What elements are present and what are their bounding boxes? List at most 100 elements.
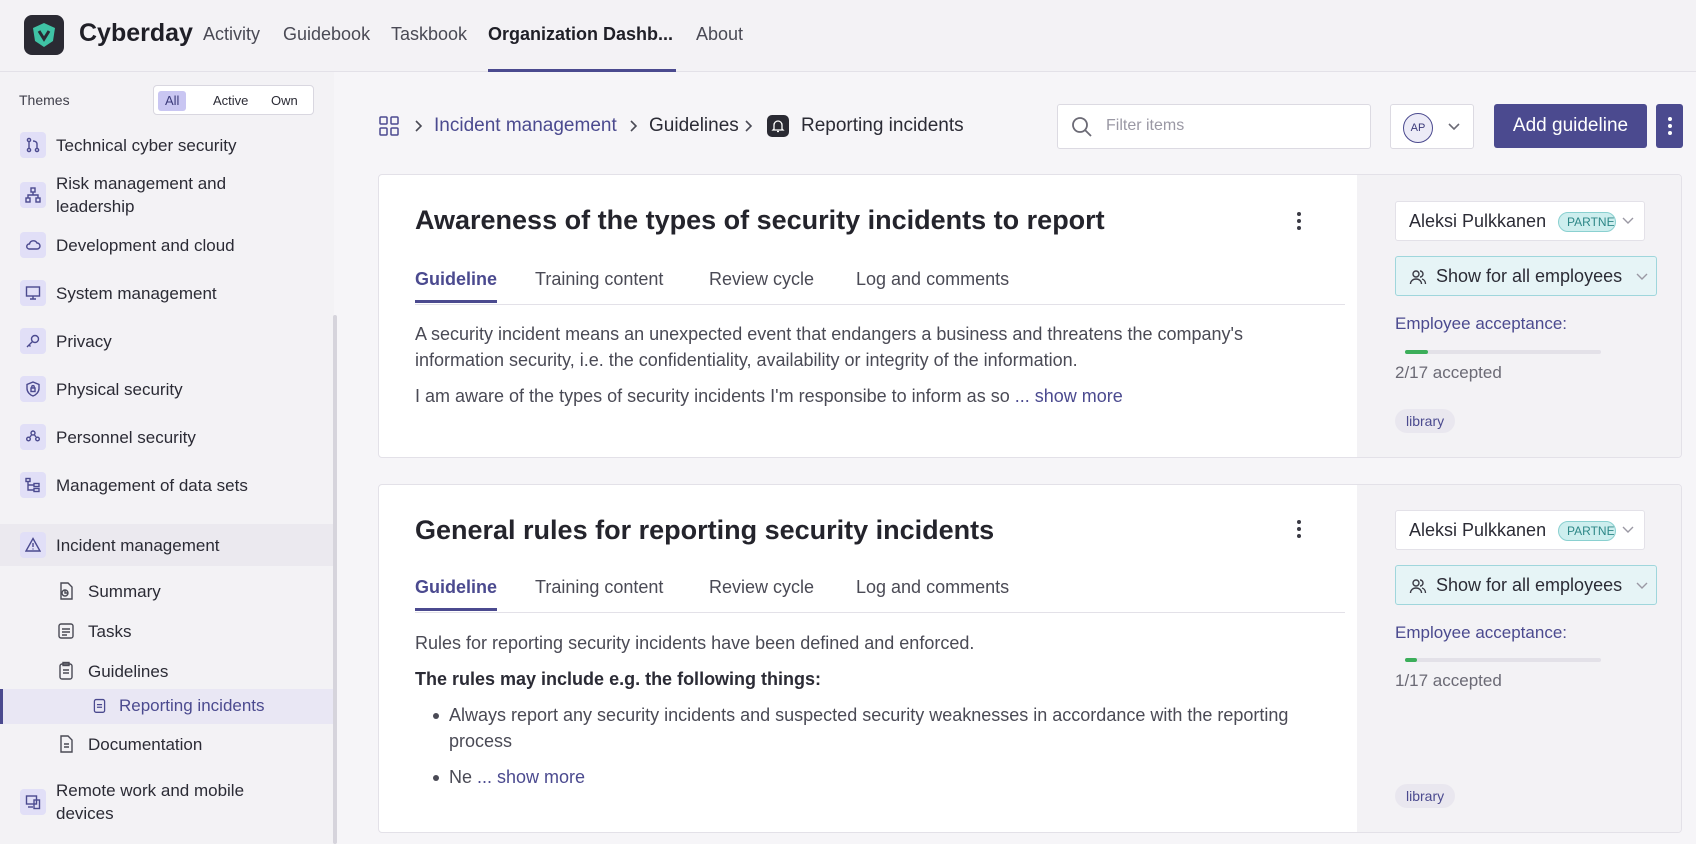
breadcrumb-incident-management[interactable]: Incident management <box>434 115 617 137</box>
tab-training-content[interactable]: Training content <box>535 269 663 300</box>
sidebar-subitem-documentation[interactable]: Documentation <box>56 733 316 761</box>
nav-activity[interactable]: Activity <box>203 24 260 45</box>
sidebar-item-privacy[interactable]: Privacy <box>0 319 334 363</box>
sidebar-subitem-label: Summary <box>88 582 161 601</box>
owner-select[interactable]: Aleksi Pulkkanen PARTNER <box>1395 201 1645 241</box>
tab-guideline[interactable]: Guideline <box>415 269 498 303</box>
app-name[interactable]: Cyberday <box>79 19 193 48</box>
sidebar-item-label: Incident management <box>56 535 220 555</box>
tab-training-content[interactable]: Training content <box>535 577 663 608</box>
filter-all[interactable]: All <box>158 91 187 111</box>
sidebar-item-label: Technical cyber security <box>56 135 237 155</box>
sidebar-item-management-of-data-sets[interactable]: Management of data sets <box>0 463 334 507</box>
guideline-tabs: Guideline Training content Review cycle … <box>415 269 1345 305</box>
sidebar-subitem-label: Guidelines <box>88 662 169 681</box>
owner-select[interactable]: Aleksi Pulkkanen PARTNER <box>1395 510 1645 550</box>
document-chart-icon <box>56 581 76 601</box>
sidebar-item-personnel-security[interactable]: Personnel security <box>0 415 334 459</box>
sidebar-subitem-guidelines[interactable]: Guidelines <box>56 660 316 688</box>
avatar: AP <box>1403 113 1433 143</box>
nav-about[interactable]: About <box>696 24 743 45</box>
sidebar-item-label: Risk management and leadership <box>56 174 227 216</box>
employee-acceptance-label: Employee acceptance: <box>1395 314 1567 333</box>
tab-review-cycle[interactable]: Review cycle <box>709 269 814 300</box>
sidebar-item-label: System management <box>56 283 217 303</box>
tab-review-cycle[interactable]: Review cycle <box>709 577 814 608</box>
kebab-icon[interactable] <box>1297 519 1301 539</box>
more-options-button[interactable] <box>1656 104 1683 148</box>
breadcrumb-guidelines[interactable]: Guidelines <box>649 115 739 137</box>
cyberday-logo-icon[interactable] <box>24 15 64 55</box>
sidebar-subitem-label: Documentation <box>88 735 203 754</box>
list-item: Ne ... show more <box>433 764 1299 790</box>
chevron-down-icon <box>1622 217 1634 225</box>
guideline-description: A security incident means an unexpected … <box>415 324 1243 370</box>
document-icon <box>56 734 76 754</box>
sidebar-scrollbar[interactable] <box>333 315 337 844</box>
library-tag[interactable]: library <box>1395 409 1456 433</box>
list-item: Always report any security incidents and… <box>433 702 1299 754</box>
sidebar-item-label: Remote work and mobile devices <box>56 781 245 823</box>
filter-own[interactable]: Own <box>264 91 305 111</box>
guideline-title[interactable]: General rules for reporting security inc… <box>415 515 994 546</box>
tab-guideline[interactable]: Guideline <box>415 577 498 611</box>
guideline-title[interactable]: Awareness of the types of security incid… <box>415 205 1105 236</box>
visibility-select[interactable]: Show for all employees <box>1395 256 1657 296</box>
git-branch-icon <box>20 132 46 158</box>
sidebar-item-technical-cyber-security[interactable]: Technical cyber security <box>0 123 334 167</box>
guideline-card: General rules for reporting security inc… <box>378 484 1682 833</box>
sidebar-item-incident-management[interactable]: Incident management <box>0 524 334 566</box>
sidebar-item-remote-work[interactable]: Remote work and mobile devices <box>0 772 334 832</box>
chevron-right-icon <box>413 119 423 133</box>
sidebar-subitem-reporting-incidents[interactable]: Reporting incidents <box>0 689 334 724</box>
acceptance-progress-fill <box>1405 350 1429 354</box>
sidebar-subitem-label: Tasks <box>88 622 132 641</box>
sidebar-subitem-tasks[interactable]: Tasks <box>56 620 316 648</box>
clipboard-icon <box>91 697 108 714</box>
guideline-card: Awareness of the types of security incid… <box>378 174 1682 458</box>
guideline-text-excerpt: I am aware of the types of security inci… <box>415 386 1010 406</box>
bullet-text: Always report any security incidents and… <box>449 705 1289 751</box>
grid-icon[interactable] <box>379 116 399 136</box>
shield-lock-icon <box>20 376 46 402</box>
org-chart-icon <box>20 182 46 208</box>
kebab-icon[interactable] <box>1297 211 1301 231</box>
chevron-right-icon <box>628 119 638 133</box>
sidebar-item-risk-management[interactable]: Risk management and leadership <box>0 167 334 223</box>
chevron-down-icon <box>1622 526 1634 534</box>
warning-icon <box>20 532 46 558</box>
nav-taskbook[interactable]: Taskbook <box>391 24 467 45</box>
user-selector[interactable]: AP <box>1390 104 1474 149</box>
nav-organization-dashboard[interactable]: Organization Dashb... <box>488 24 673 45</box>
active-nav-indicator <box>488 69 676 72</box>
users-icon <box>1409 577 1427 595</box>
guideline-text: I am aware of the types of security inci… <box>415 383 1315 409</box>
sidebar-item-physical-security[interactable]: Physical security <box>0 367 334 411</box>
sidebar-item-development-and-cloud[interactable]: Development and cloud <box>0 223 334 267</box>
tab-log-and-comments[interactable]: Log and comments <box>856 269 1009 300</box>
filter-items-input[interactable] <box>1106 117 1356 135</box>
sidebar-subitem-summary[interactable]: Summary <box>56 580 316 608</box>
add-guideline-button[interactable]: Add guideline <box>1494 104 1647 148</box>
tab-log-and-comments[interactable]: Log and comments <box>856 577 1009 608</box>
bullet-text: Ne <box>449 767 473 787</box>
library-tag[interactable]: library <box>1395 784 1456 808</box>
sidebar: Themes All Active Own Technical cyber se… <box>0 72 334 844</box>
sidebar-item-label: Management of data sets <box>56 475 248 495</box>
acceptance-count: 2/17 accepted <box>1395 363 1502 382</box>
owner-name: Aleksi Pulkkanen <box>1409 211 1547 231</box>
data-tree-icon <box>20 472 46 498</box>
acceptance-progress-bar <box>1405 350 1601 354</box>
top-bar: Cyberday Activity Guidebook Taskbook Org… <box>0 0 1696 72</box>
visibility-select[interactable]: Show for all employees <box>1395 565 1657 605</box>
sidebar-item-system-management[interactable]: System management <box>0 271 334 315</box>
chevron-down-icon <box>1636 273 1648 281</box>
show-more-link[interactable]: ... show more <box>1015 386 1123 406</box>
sidebar-item-label: Physical security <box>56 379 183 399</box>
users-icon <box>1409 268 1427 286</box>
nav-guidebook[interactable]: Guidebook <box>283 24 370 45</box>
filter-active[interactable]: Active <box>206 91 255 111</box>
guideline-subheading: The rules may include e.g. the following… <box>415 666 1315 692</box>
bell-icon <box>767 115 789 137</box>
show-more-link[interactable]: ... show more <box>477 767 585 787</box>
